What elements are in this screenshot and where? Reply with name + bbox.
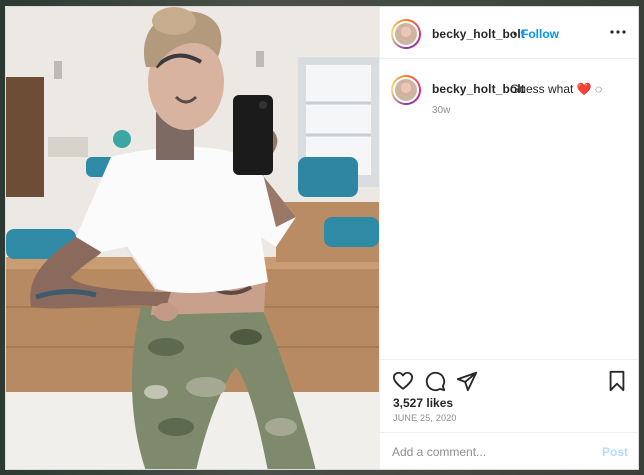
post-comment-button[interactable]: Post: [602, 445, 628, 459]
post-side-panel: becky_holt_bolt • Follow becky_holt_bolt…: [379, 7, 638, 469]
avatar[interactable]: [391, 19, 421, 49]
post-photo[interactable]: [6, 7, 379, 469]
heart-icon[interactable]: [392, 370, 414, 392]
bookmark-icon[interactable]: [606, 370, 628, 392]
post-date: JUNE 25, 2020: [393, 413, 457, 423]
header-username[interactable]: becky_holt_bolt: [432, 27, 525, 41]
instagram-post-card: becky_holt_bolt • Follow becky_holt_bolt…: [5, 6, 639, 470]
send-icon[interactable]: [456, 370, 478, 392]
more-horizontal-icon[interactable]: [610, 21, 626, 39]
caption-timestamp[interactable]: 30w: [432, 105, 450, 116]
photo-illustration: [6, 7, 379, 469]
caption-text: Guess what ❤️ ◌: [510, 82, 603, 96]
comment-bar: Post: [380, 432, 638, 469]
post-header: becky_holt_bolt • Follow: [380, 7, 638, 59]
comment-icon[interactable]: [424, 370, 446, 392]
action-bar: [380, 359, 638, 399]
likes-count[interactable]: 3,527 likes: [393, 396, 453, 410]
caption-avatar[interactable]: [391, 75, 421, 105]
follow-button[interactable]: Follow: [521, 27, 559, 41]
separator-dot: •: [513, 27, 518, 41]
comment-input[interactable]: [392, 442, 592, 462]
